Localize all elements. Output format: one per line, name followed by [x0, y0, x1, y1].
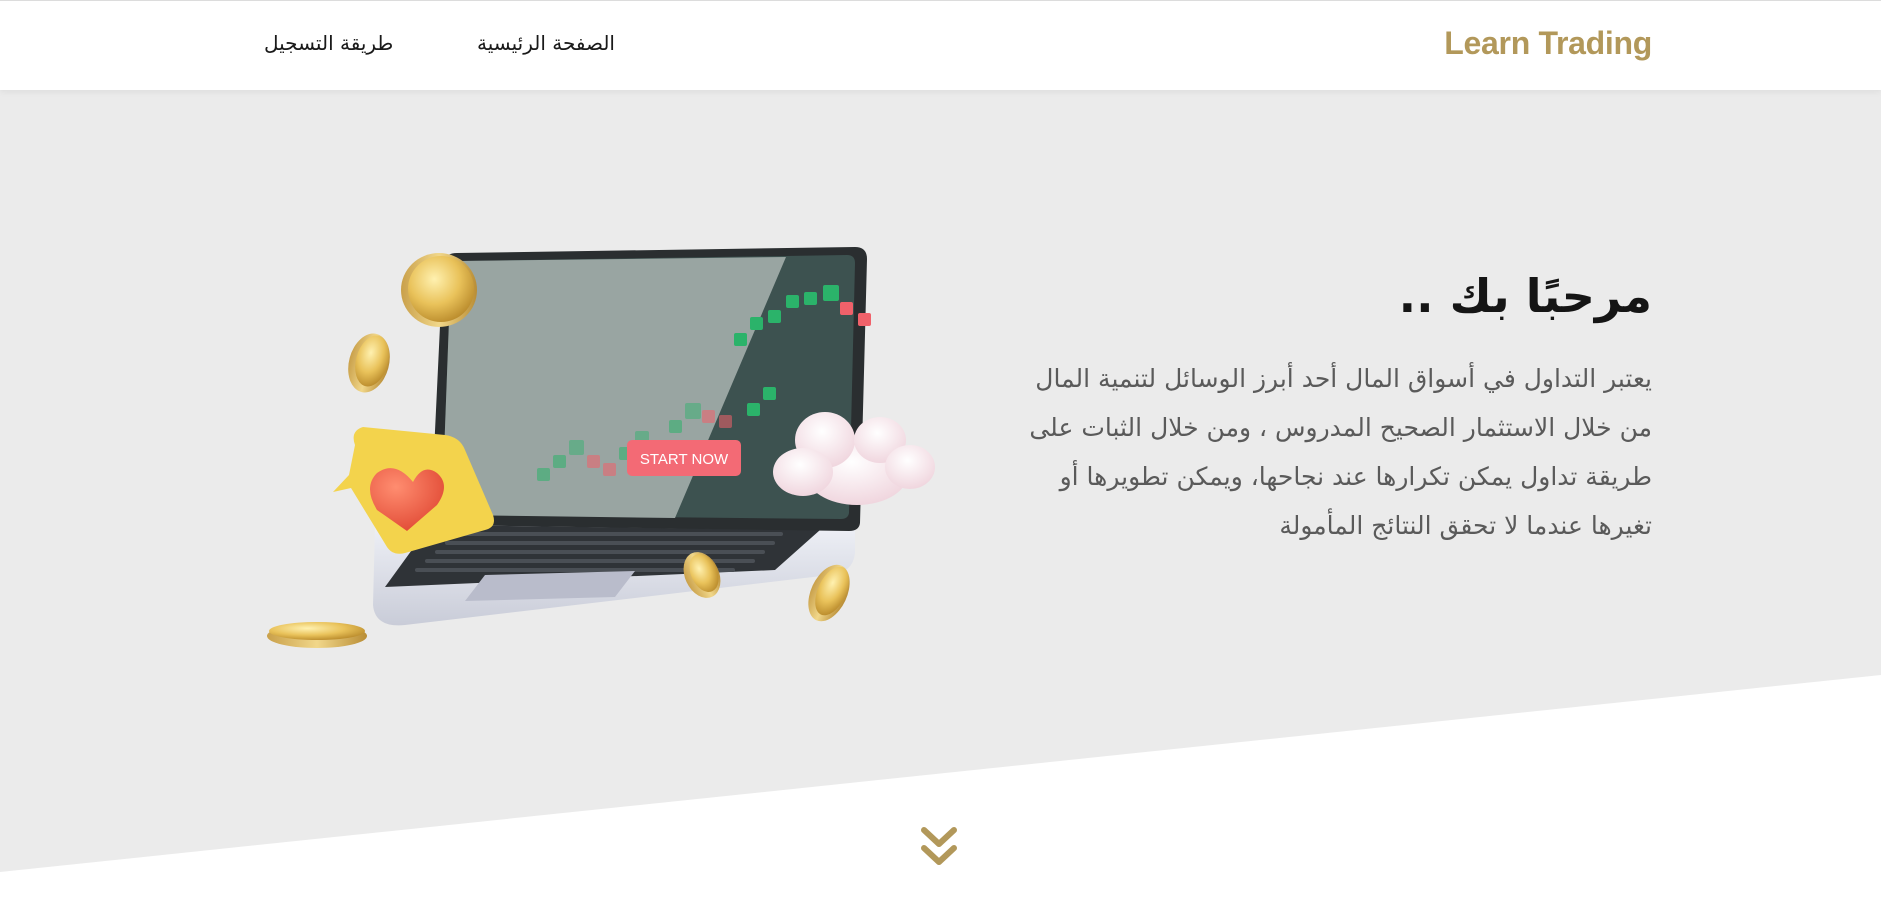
coin-icon [401, 253, 477, 327]
trading-laptop-illustration: START NOW [267, 247, 935, 648]
top-navbar: Learn Trading الصفحة الرئيسية طريقة التس… [0, 0, 1881, 90]
start-now-cta-icon: START NOW [627, 440, 741, 476]
double-chevron-down-icon [921, 827, 957, 865]
hero-description: يعتبر التداول في أسواق المال أحد أبرز ال… [1029, 364, 1652, 540]
nav-link-home[interactable]: الصفحة الرئيسية [477, 31, 615, 55]
hero-title: مرحبًا بك .. [1398, 269, 1652, 323]
start-now-label: START NOW [640, 451, 729, 468]
hero-text-block: مرحبًا بك .. يعتبر التداول في أسواق الما… [1012, 268, 1652, 550]
scroll-down-button[interactable] [920, 826, 958, 868]
nav-link-registration[interactable]: طريقة التسجيل [264, 31, 393, 55]
coin-icon [348, 333, 390, 393]
coin-icon [267, 622, 367, 648]
brand-logo[interactable]: Learn Trading [1444, 25, 1652, 62]
